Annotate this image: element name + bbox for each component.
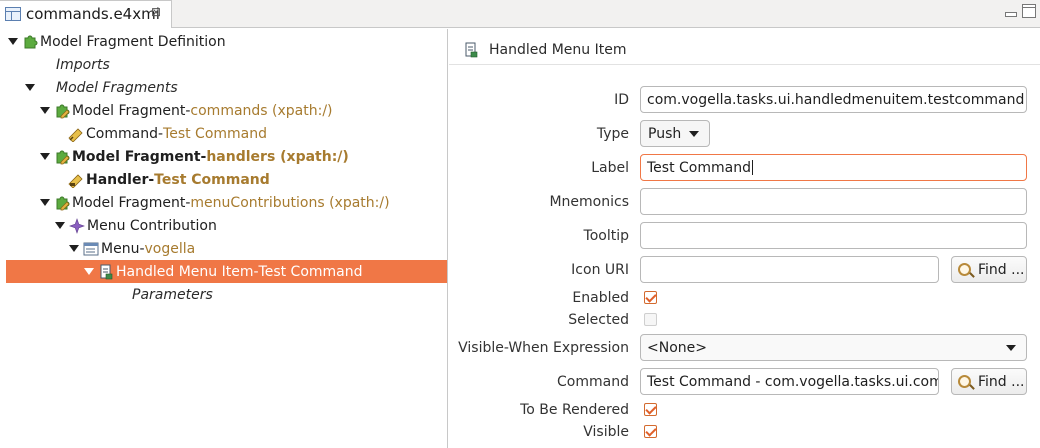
tree-item-model-fragment-definition[interactable]: Model Fragment Definition	[6, 30, 447, 53]
tooltip-label: Tooltip	[583, 228, 629, 244]
model-tree: Model Fragment Definition Imports Model …	[0, 29, 448, 448]
search-icon	[958, 263, 971, 276]
e4xmi-file-icon	[5, 7, 21, 21]
tree-item-menu-contribution[interactable]: Menu Contribution	[6, 214, 447, 237]
id-field[interactable]: com.vogella.tasks.ui.handledmenuitem.tes…	[640, 86, 1027, 113]
to-be-rendered-label: To Be Rendered	[520, 402, 629, 418]
expand-icon[interactable]	[84, 268, 94, 275]
editor-tab[interactable]: commands.e4xmi ⊠	[0, 0, 172, 28]
tree-item-label: Model Fragments	[56, 79, 178, 96]
icon-uri-field[interactable]	[640, 256, 939, 283]
text-caret	[751, 160, 753, 175]
panel-header: Handled Menu Item	[463, 39, 626, 61]
handled-menu-item-icon	[463, 42, 479, 58]
puzzle-icon	[22, 34, 38, 50]
tree-item-label: Model Fragment	[72, 194, 186, 211]
type-dropdown[interactable]: Push	[640, 120, 710, 147]
tree-item-label: Menu Contribution	[87, 217, 217, 234]
details-panel: Handled Menu Item ID com.vogella.tasks.u…	[449, 29, 1040, 448]
search-icon	[958, 375, 971, 388]
tree-item-detail: Test Command	[163, 125, 268, 142]
tree-item-model-fragment-commands[interactable]: Model Fragment - commands (xpath:/)	[6, 99, 447, 122]
selected-label: Selected	[568, 312, 629, 328]
visible-when-label: Visible-When Expression	[458, 340, 629, 356]
label-label: Label	[591, 160, 629, 176]
tree-item-label: Command	[86, 125, 158, 142]
minimize-icon[interactable]	[1003, 4, 1017, 18]
tree-item-imports[interactable]: Imports	[6, 53, 447, 76]
tree-item-command[interactable]: Command - Test Command	[6, 122, 447, 145]
id-value: com.vogella.tasks.ui.handledmenuitem.tes…	[647, 91, 1025, 108]
selected-checkbox[interactable]	[644, 313, 657, 326]
tree-item-model-fragment-handlers[interactable]: Model Fragment - handlers (xpath:/)	[6, 145, 447, 168]
chevron-down-icon	[1006, 345, 1016, 351]
tree-item-label: Model Fragment	[72, 148, 201, 165]
expand-icon[interactable]	[40, 107, 50, 114]
tree-item-label: Parameters	[132, 286, 213, 303]
expand-icon[interactable]	[40, 153, 50, 160]
command-label: Command	[557, 374, 629, 390]
tree-item-label: Imports	[56, 56, 110, 73]
command-icon	[68, 126, 84, 143]
tree-item-handler[interactable]: Handler - Test Command	[6, 168, 447, 191]
tree-item-parameters[interactable]: Parameters	[6, 283, 447, 306]
editor-tab-title: commands.e4xmi	[26, 5, 160, 23]
enabled-checkbox[interactable]	[644, 291, 657, 304]
enabled-label: Enabled	[572, 290, 629, 306]
mnemonics-field[interactable]	[640, 188, 1027, 215]
expand-icon[interactable]	[55, 222, 65, 229]
close-icon[interactable]: ⊠	[151, 5, 161, 19]
tree-item-model-fragments[interactable]: Model Fragments	[6, 76, 447, 99]
tree-item-detail: Test Command	[258, 263, 363, 280]
puzzle-edit-icon	[54, 103, 70, 119]
tree-item-label: Model Fragment	[72, 102, 186, 119]
handled-menu-item-icon	[98, 264, 114, 280]
header-divider	[449, 64, 1040, 65]
icon-uri-label: Icon URI	[571, 262, 629, 278]
tree-item-label: Handled Menu Item	[116, 263, 254, 280]
icon-uri-find-button[interactable]: Find ...	[951, 256, 1027, 283]
find-button-label: Find ...	[978, 261, 1025, 278]
tree-item-detail: commands (xpath:/)	[190, 102, 333, 119]
mnemonics-label: Mnemonics	[549, 194, 629, 210]
find-button-label: Find ...	[978, 373, 1025, 390]
tree-item-handled-menu-item[interactable]: Handled Menu Item - Test Command	[6, 260, 447, 283]
visible-label: Visible	[583, 424, 629, 440]
puzzle-edit-icon	[54, 149, 70, 165]
tree-item-model-fragment-menucontributions[interactable]: Model Fragment - menuContributions (xpat…	[6, 191, 447, 214]
handler-icon	[68, 172, 84, 189]
tree-item-label: Model Fragment Definition	[40, 33, 226, 50]
chevron-down-icon	[689, 131, 699, 137]
command-field[interactable]: Test Command - com.vogella.tasks.ui.comr	[640, 368, 939, 395]
to-be-rendered-checkbox[interactable]	[644, 403, 657, 416]
type-label: Type	[596, 126, 629, 142]
expand-icon[interactable]	[8, 38, 18, 45]
visible-checkbox[interactable]	[644, 425, 657, 438]
type-value: Push	[648, 125, 682, 142]
tree-item-detail: vogella	[144, 240, 196, 257]
expand-icon[interactable]	[69, 245, 79, 252]
editor-tab-bar: commands.e4xmi ⊠	[0, 0, 1040, 28]
tree-item-label: Handler	[86, 171, 149, 188]
tree-item-detail: menuContributions (xpath:/)	[190, 194, 390, 211]
visible-when-value: <None>	[647, 339, 707, 356]
label-field[interactable]: Test Command	[640, 154, 1027, 181]
maximize-icon[interactable]	[1022, 4, 1036, 18]
command-find-button[interactable]: Find ...	[951, 368, 1027, 395]
visible-when-dropdown[interactable]: <None>	[640, 334, 1027, 361]
tooltip-field[interactable]	[640, 222, 1027, 249]
expand-icon[interactable]	[40, 199, 50, 206]
label-value: Test Command	[647, 159, 751, 176]
tree-item-label: Menu	[101, 240, 140, 257]
tree-item-detail: handlers (xpath:/)	[206, 148, 349, 165]
menu-contribution-icon	[69, 217, 85, 234]
panel-title: Handled Menu Item	[489, 42, 627, 58]
puzzle-edit-icon	[54, 195, 70, 211]
menu-icon	[83, 241, 99, 257]
tree-item-menu[interactable]: Menu - vogella	[6, 237, 447, 260]
tree-item-detail: Test Command	[154, 171, 270, 188]
id-label: ID	[614, 92, 629, 108]
expand-icon[interactable]	[25, 84, 35, 91]
command-value: Test Command - com.vogella.tasks.ui.comr	[647, 373, 939, 390]
